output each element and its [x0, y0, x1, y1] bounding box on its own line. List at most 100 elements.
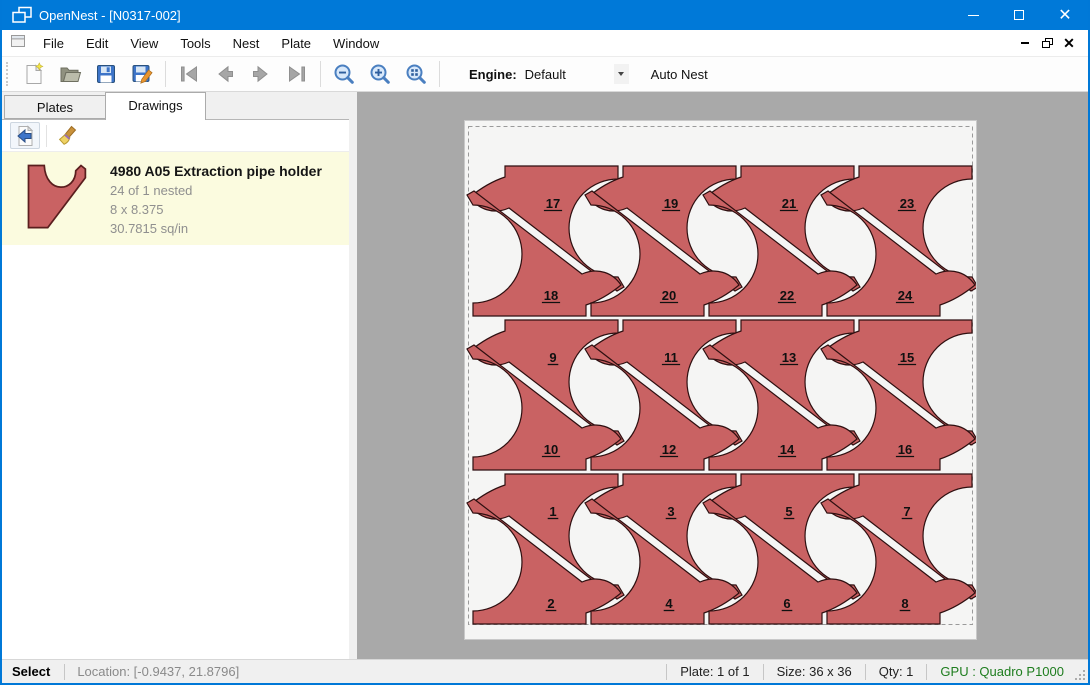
engine-value: Default: [525, 67, 614, 82]
minimize-button[interactable]: [950, 0, 996, 30]
nest-canvas[interactable]: 171819202122232491011121314151612345678: [357, 92, 1088, 659]
next-plate-button[interactable]: [243, 59, 279, 89]
part-number-24: 24: [898, 288, 913, 303]
chevron-down-icon: [618, 72, 624, 76]
engine-dropdown-button[interactable]: [614, 64, 629, 84]
next-arrow-icon: [249, 62, 273, 86]
previous-plate-button[interactable]: [207, 59, 243, 89]
resize-grip-icon: [1075, 670, 1086, 681]
panel-splitter[interactable]: [349, 92, 357, 659]
engine-label: Engine:: [469, 67, 517, 82]
part-number-1: 1: [549, 504, 556, 519]
toolbar-separator: [320, 61, 321, 87]
auto-nest-button[interactable]: Auto Nest: [645, 63, 714, 86]
last-arrow-icon: [285, 62, 309, 86]
first-arrow-icon: [177, 62, 201, 86]
toolbar-separator: [165, 61, 166, 87]
status-bar: Select Location: [-0.9437, 21.8796] Plat…: [2, 659, 1088, 683]
mode-status: Select: [2, 664, 64, 679]
left-panel: Plates Drawings: [2, 92, 349, 659]
mdi-window-controls: ✕: [1014, 34, 1080, 52]
plate-count: Plate: 1 of 1: [667, 664, 762, 679]
menu-edit[interactable]: Edit: [75, 32, 119, 55]
drawing-title: 4980 A05 Extraction pipe holder: [110, 163, 322, 179]
part-number-10: 10: [544, 442, 558, 457]
document-window-icon[interactable]: [10, 33, 26, 54]
tab-plates[interactable]: Plates: [4, 95, 105, 119]
menu-plate[interactable]: Plate: [270, 32, 322, 55]
menu-nest[interactable]: Nest: [222, 32, 271, 55]
app-icon: [9, 4, 35, 26]
zoom-out-icon: [332, 62, 356, 86]
maximize-icon: [1014, 10, 1024, 20]
drawing-nested-count: 24 of 1 nested: [110, 183, 322, 198]
clean-button[interactable]: [53, 122, 83, 149]
open-folder-icon: [58, 62, 82, 86]
cursor-location: Location: [-0.9437, 21.8796]: [65, 664, 251, 679]
tab-drawings[interactable]: Drawings: [105, 92, 206, 120]
toolbar-grip: [6, 62, 12, 86]
menu-window[interactable]: Window: [322, 32, 390, 55]
part-number-20: 20: [662, 288, 676, 303]
import-drawing-icon: [13, 124, 37, 148]
zoom-in-button[interactable]: [362, 59, 398, 89]
mdi-minimize-icon: [1021, 42, 1029, 44]
plate-qty: Qty: 1: [866, 664, 927, 679]
engine-group: Engine: Default Auto Nest: [469, 63, 714, 86]
save-button[interactable]: [88, 59, 124, 89]
menu-file[interactable]: File: [32, 32, 75, 55]
maximize-button[interactable]: [996, 0, 1042, 30]
main-toolbar: Engine: Default Auto Nest: [2, 56, 1088, 92]
title-bar: OpenNest - [N0317-002] ✕: [2, 0, 1088, 30]
part-number-5: 5: [785, 504, 792, 519]
close-icon: ✕: [1058, 5, 1071, 25]
first-plate-button[interactable]: [171, 59, 207, 89]
plate[interactable]: 171819202122232491011121314151612345678: [464, 120, 977, 640]
mdi-restore-button[interactable]: [1036, 34, 1058, 52]
last-plate-button[interactable]: [279, 59, 315, 89]
part-number-19: 19: [664, 196, 678, 211]
close-button[interactable]: ✕: [1042, 0, 1088, 30]
tab-strip: Plates Drawings: [2, 92, 349, 120]
zoom-out-button[interactable]: [326, 59, 362, 89]
import-drawing-button[interactable]: [10, 122, 40, 149]
minibar-separator: [46, 125, 47, 147]
plate-svg[interactable]: 171819202122232491011121314151612345678: [465, 121, 976, 639]
part-number-13: 13: [782, 350, 796, 365]
part-number-8: 8: [901, 596, 908, 611]
part-number-22: 22: [780, 288, 794, 303]
engine-combobox[interactable]: Default: [525, 63, 629, 85]
part-number-2: 2: [547, 596, 554, 611]
part-number-3: 3: [667, 504, 674, 519]
part-number-14: 14: [780, 442, 795, 457]
mdi-minimize-button[interactable]: [1014, 34, 1036, 52]
part-number-12: 12: [662, 442, 676, 457]
part-number-7: 7: [903, 504, 910, 519]
toolbar-separator: [439, 61, 440, 87]
minimize-icon: [968, 15, 979, 16]
drawing-list-item[interactable]: 4980 A05 Extraction pipe holder 24 of 1 …: [2, 152, 349, 245]
part-number-23: 23: [900, 196, 914, 211]
broom-icon: [56, 124, 80, 148]
menu-tools[interactable]: Tools: [169, 32, 221, 55]
app-window: OpenNest - [N0317-002] ✕ File Edit View …: [0, 0, 1090, 685]
statusbar-right: Plate: 1 of 1 Size: 36 x 36 Qty: 1 GPU :…: [666, 660, 1088, 683]
menu-bar: File Edit View Tools Nest Plate Window ✕: [2, 30, 1088, 56]
save-as-button[interactable]: [124, 59, 160, 89]
part-number-6: 6: [783, 596, 790, 611]
save-icon: [94, 62, 118, 86]
resize-grip[interactable]: [1074, 660, 1088, 683]
new-button[interactable]: [16, 59, 52, 89]
drawings-toolbar: [2, 120, 349, 152]
part-number-18: 18: [544, 288, 558, 303]
mdi-close-button[interactable]: ✕: [1058, 34, 1080, 52]
open-button[interactable]: [52, 59, 88, 89]
menu-view[interactable]: View: [119, 32, 169, 55]
previous-arrow-icon: [213, 62, 237, 86]
zoom-fit-button[interactable]: [398, 59, 434, 89]
mdi-restore-icon: [1042, 38, 1053, 48]
drawing-size: 8 x 8.375: [110, 202, 322, 217]
part-number-21: 21: [782, 196, 796, 211]
mdi-close-icon: ✕: [1063, 35, 1075, 52]
plate-size: Size: 36 x 36: [764, 664, 865, 679]
